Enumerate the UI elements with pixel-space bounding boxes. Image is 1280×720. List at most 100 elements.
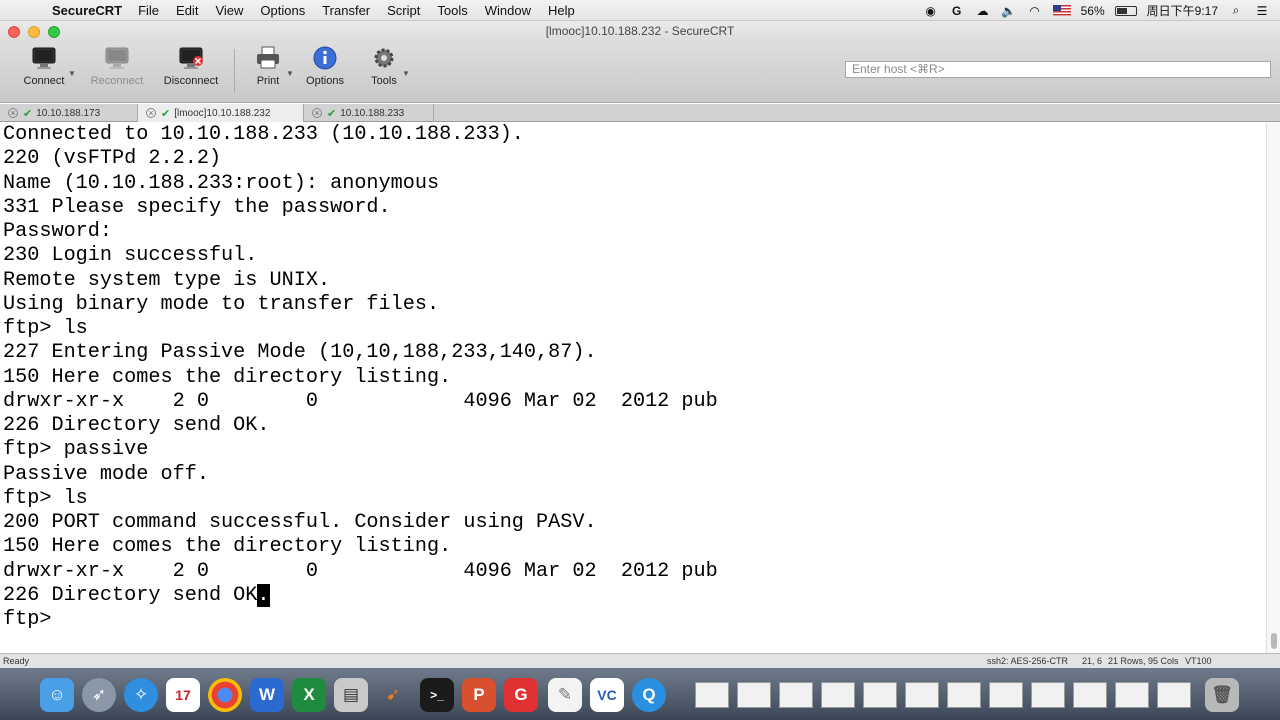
menu-script[interactable]: Script (387, 3, 420, 18)
app-g-icon[interactable]: G (949, 4, 965, 18)
terminal-line: 226 Directory send OK. (3, 583, 1266, 608)
input-source-flag-icon[interactable] (1052, 5, 1071, 16)
swift-app-icon[interactable]: ➹ (376, 678, 410, 712)
dock-document-thumbnail[interactable] (1031, 682, 1065, 708)
connected-check-icon: ✔ (23, 107, 33, 120)
disconnect-label: Disconnect (163, 75, 219, 87)
launchpad-icon[interactable]: ➶ (82, 678, 116, 712)
terminal-line: 150 Here comes the directory listing. (3, 365, 452, 389)
close-tab-icon[interactable]: × (8, 108, 18, 118)
dock: ☺ ➶ ✧ 17 W X ▤ ➹ >_ P G ✎ VC Q 🗑 (0, 668, 1280, 720)
connect-button[interactable]: Connect (18, 45, 70, 99)
dock-document-thumbnail[interactable] (947, 682, 981, 708)
tab-session-173[interactable]: × ✔ 10.10.188.173 (0, 104, 138, 122)
zoom-window-button[interactable] (48, 26, 60, 38)
terminal-line: Passive mode off. (3, 462, 209, 486)
terminal-line: Password: (3, 220, 113, 243)
word-icon[interactable]: W (250, 678, 284, 712)
terminal-line: 331 Please specify the password. (3, 195, 391, 219)
finder-icon[interactable]: ☺ (40, 678, 74, 712)
tools-button[interactable]: Tools (364, 45, 404, 99)
scrollbar-thumb[interactable] (1271, 633, 1277, 649)
terminal-line: ftp> ls (3, 486, 88, 510)
menu-options[interactable]: Options (260, 3, 305, 18)
menu-view[interactable]: View (215, 3, 243, 18)
powerpoint-icon[interactable]: P (462, 678, 496, 712)
tab-session-232[interactable]: × ✔ [lmooc]10.10.188.232 (138, 104, 304, 122)
options-button[interactable]: Options (302, 45, 348, 99)
terminal-app-icon[interactable]: >_ (420, 678, 454, 712)
print-label: Print (256, 75, 280, 87)
dock-document-thumbnail[interactable] (779, 682, 813, 708)
terminal-line-text: 226 Directory send OK (3, 583, 258, 607)
reconnect-button[interactable]: Reconnect (86, 45, 148, 99)
menu-transfer[interactable]: Transfer (322, 3, 370, 18)
dock-document-thumbnail[interactable] (989, 682, 1023, 708)
terminal-line: 226 Directory send OK. (3, 414, 270, 437)
dock-document-thumbnail[interactable] (695, 682, 729, 708)
connect-dropdown-icon[interactable]: ▼ (68, 69, 76, 78)
toolbar: Connect ▼ Reconnect Disconnect Print ▼ O… (0, 41, 1280, 103)
notification-center-icon[interactable]: ☰ (1254, 4, 1270, 18)
tab-label: 10.10.188.173 (36, 107, 101, 119)
safari-icon[interactable]: ✧ (124, 678, 158, 712)
menu-window[interactable]: Window (485, 3, 531, 18)
session-tab-bar: × ✔ 10.10.188.173 × ✔ [lmooc]10.10.188.2… (0, 104, 1280, 122)
menu-edit[interactable]: Edit (176, 3, 198, 18)
excel-icon[interactable]: X (292, 678, 326, 712)
preview-icon[interactable]: ▤ (334, 678, 368, 712)
battery-icon[interactable] (1114, 5, 1137, 16)
calendar-icon[interactable]: 17 (166, 678, 200, 712)
tab-session-233[interactable]: × ✔ 10.10.188.233 (304, 104, 434, 122)
dock-document-thumbnail[interactable] (863, 682, 897, 708)
connected-check-icon: ✔ (327, 107, 337, 120)
monitor-icon (32, 47, 56, 69)
close-tab-icon[interactable]: × (312, 108, 322, 118)
terminal-scrollbar[interactable] (1266, 123, 1280, 653)
menu-app-name[interactable]: SecureCRT (52, 3, 122, 18)
cloud-icon[interactable]: ☁ (975, 4, 991, 18)
close-window-button[interactable] (8, 26, 20, 38)
print-dropdown-icon[interactable]: ▼ (286, 69, 294, 78)
dock-document-thumbnail[interactable] (821, 682, 855, 708)
terminal-line: ftp> ls (3, 317, 88, 340)
dock-document-thumbnail[interactable] (905, 682, 939, 708)
status-ready: Ready (3, 656, 30, 666)
terminal-line: 220 (vsFTPd 2.2.2) (3, 147, 222, 171)
menu-bar: SecureCRT File Edit View Options Transfe… (0, 0, 1280, 21)
dock-document-thumbnail[interactable] (737, 682, 771, 708)
record-icon[interactable]: ◉ (923, 4, 939, 18)
volume-icon[interactable]: 🔈 (1001, 4, 1017, 18)
terminal-line: Connected to 10.10.188.233 (10.10.188.23… (3, 123, 524, 146)
terminal-line: 150 Here comes the directory listing. (3, 535, 452, 559)
enter-host-input[interactable]: Enter host <⌘R> (845, 61, 1271, 78)
vnc-icon[interactable]: VC (590, 678, 624, 712)
disconnect-button[interactable]: Disconnect (160, 45, 222, 99)
g-app-icon[interactable]: G (504, 678, 538, 712)
status-emulation: VT100 (1185, 656, 1212, 666)
toolbar-separator (234, 49, 235, 93)
menu-tools[interactable]: Tools (437, 3, 467, 18)
menu-file[interactable]: File (138, 3, 159, 18)
trash-icon[interactable]: 🗑 (1205, 678, 1239, 712)
minimize-window-button[interactable] (28, 26, 40, 38)
wifi-icon[interactable]: ◠ (1027, 4, 1043, 18)
dock-document-thumbnail[interactable] (1115, 682, 1149, 708)
quicktime-icon[interactable]: Q (632, 678, 666, 712)
clock[interactable]: 周日下午9:17 (1147, 2, 1218, 19)
tools-label: Tools (371, 75, 397, 87)
terminal-line: Name (10.10.188.233:root): anonymous (3, 171, 440, 195)
chrome-icon[interactable] (208, 678, 242, 712)
terminal-output[interactable]: Connected to 10.10.188.233 (10.10.188.23… (0, 123, 1266, 653)
menu-help[interactable]: Help (548, 3, 575, 18)
textedit-icon[interactable]: ✎ (548, 678, 582, 712)
terminal-line: Remote system type is UNIX. (3, 268, 331, 292)
close-tab-icon[interactable]: × (146, 108, 156, 118)
spotlight-search-icon[interactable]: ⌕ (1228, 3, 1244, 18)
tools-dropdown-icon[interactable]: ▼ (402, 69, 410, 78)
print-button[interactable]: Print (248, 45, 288, 99)
dock-document-thumbnail[interactable] (1073, 682, 1107, 708)
battery-percent[interactable]: 56% (1081, 4, 1105, 18)
terminal-cursor: . (257, 583, 270, 607)
dock-document-thumbnail[interactable] (1157, 682, 1191, 708)
